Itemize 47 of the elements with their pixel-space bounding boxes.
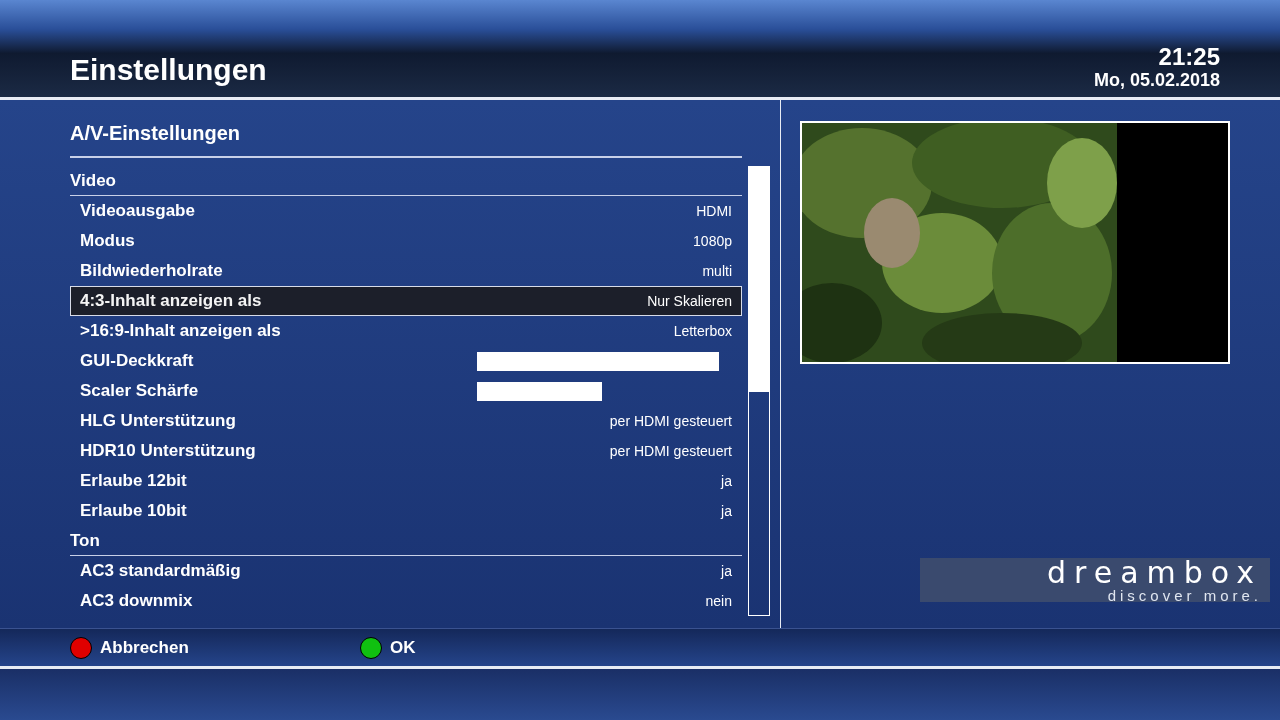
- action-button[interactable]: Abbrechen: [100, 634, 189, 661]
- page-title: Einstellungen: [70, 55, 267, 85]
- section-heading: Ton: [70, 529, 100, 552]
- scrollbar[interactable]: [748, 166, 770, 616]
- setting-value: ja: [721, 561, 732, 581]
- setting-label: AC3 downmix: [80, 590, 194, 613]
- action-button[interactable]: OK: [390, 634, 416, 661]
- settings-row[interactable]: 4:3-Inhalt anzeigen als Nur Skalieren: [70, 286, 742, 316]
- setting-label: Modus: [80, 230, 136, 253]
- setting-label: AC3 standardmäßig: [80, 560, 242, 583]
- settings-row[interactable]: HDR10 Unterstützung per HDMI gesteuert: [70, 436, 742, 466]
- settings-row[interactable]: Modus 1080p: [70, 226, 742, 256]
- settings-row[interactable]: Videoausgabe HDMI: [70, 196, 742, 226]
- settings-row[interactable]: Bildwiederholrate multi: [70, 256, 742, 286]
- settings-row[interactable]: >16:9-Inhalt anzeigen als Letterbox: [70, 316, 742, 346]
- setting-label: HLG Unterstützung: [80, 410, 237, 433]
- setting-value: 1080p: [693, 231, 732, 251]
- setting-label: Bildwiederholrate: [80, 260, 224, 283]
- setting-label: 4:3-Inhalt anzeigen als: [80, 290, 263, 313]
- clock-time: 21:25: [1158, 45, 1220, 69]
- setting-label: GUI-Deckkraft: [80, 350, 195, 373]
- setting-value: nein: [705, 591, 732, 611]
- setting-value: HDMI: [696, 201, 732, 221]
- settings-row[interactable]: Erlaube 10bit ja: [70, 496, 742, 526]
- setting-label: HDR10 Unterstützung: [80, 440, 257, 463]
- settings-row[interactable]: Scaler Schärfe: [70, 376, 742, 406]
- panel-title: A/V-Einstellungen: [70, 122, 241, 144]
- setting-value: per HDMI gesteuert: [609, 441, 732, 461]
- settings-row[interactable]: GUI-Deckkraft: [70, 346, 742, 376]
- setting-label: >16:9-Inhalt anzeigen als: [80, 320, 282, 343]
- setting-value: multi: [702, 261, 732, 281]
- setting-label: Erlaube 10bit: [80, 500, 188, 523]
- setting-value: ja: [721, 501, 732, 521]
- date-text: Mo, 05.02.2018: [1093, 71, 1220, 89]
- setting-value: per HDMI gesteuert: [609, 411, 732, 431]
- setting-label: Scaler Schärfe: [80, 380, 200, 403]
- logo: dreambox discover more.: [920, 558, 1270, 602]
- setting-label: Videoausgabe: [80, 200, 196, 223]
- setting-label: Erlaube 12bit: [80, 470, 188, 493]
- settings-row[interactable]: AC3 standardmäßig ja: [70, 556, 742, 586]
- setting-value: ja: [721, 471, 732, 491]
- settings-row[interactable]: Erlaube 12bit ja: [70, 466, 742, 496]
- setting-value: Nur Skalieren: [647, 291, 732, 311]
- setting-value: Letterbox: [673, 321, 732, 341]
- settings-row[interactable]: AC3 downmix nein: [70, 586, 742, 616]
- settings-row[interactable]: HLG Unterstützung per HDMI gesteuert: [70, 406, 742, 436]
- section-heading: Video: [70, 169, 116, 192]
